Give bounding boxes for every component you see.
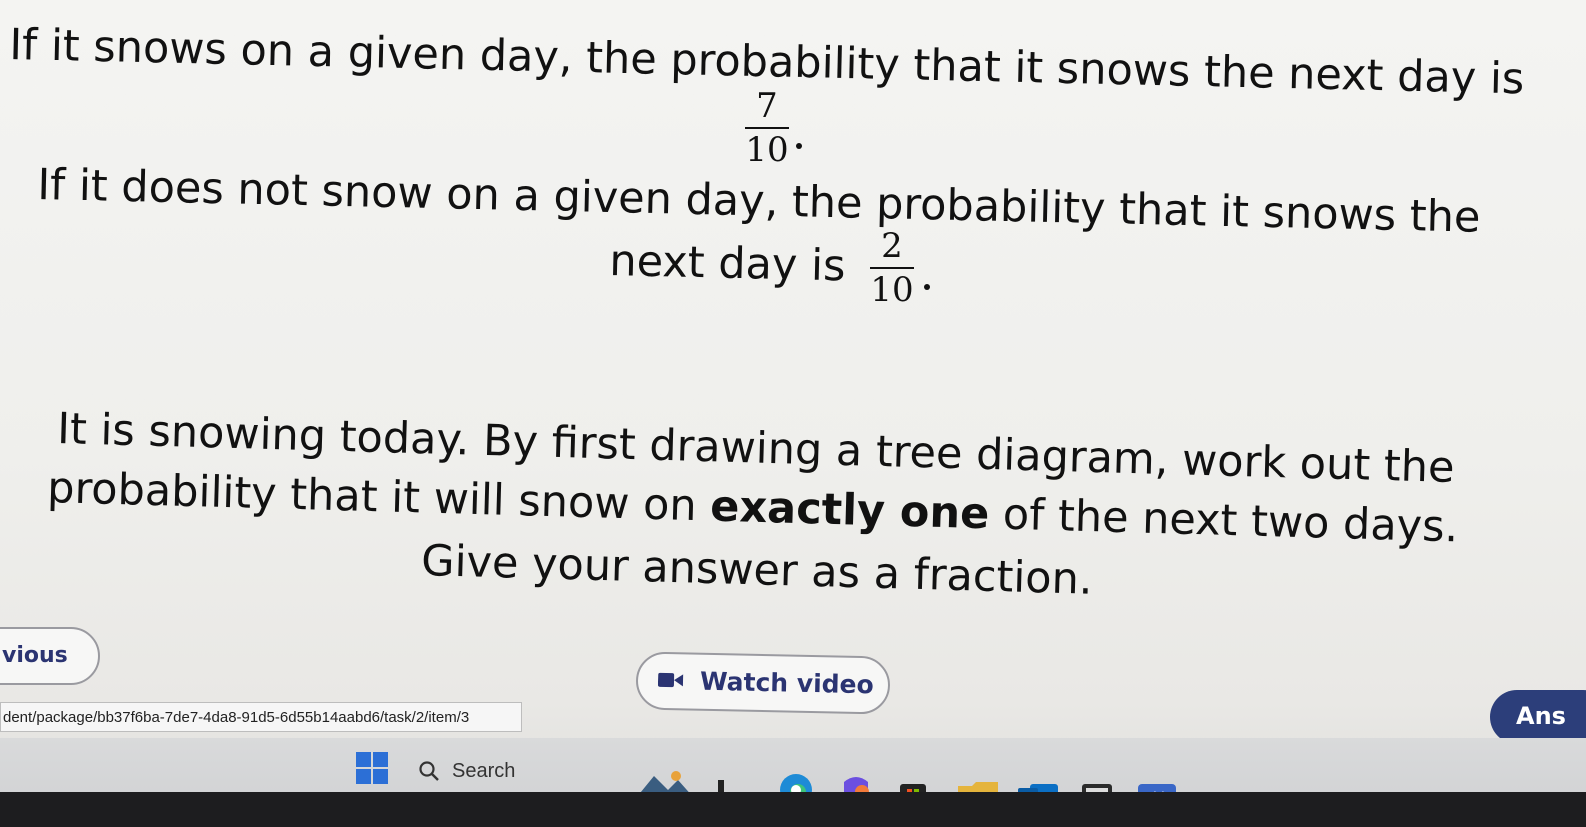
fraction-denominator: 10 <box>870 270 914 310</box>
question-line-3: next day is <box>608 236 846 292</box>
previous-button[interactable]: vious <box>0 627 100 685</box>
answer-button-label: Ans <box>1516 702 1566 730</box>
question-line-5-start: probability that it will snow on <box>46 463 712 532</box>
period <box>924 284 930 290</box>
screen-bezel <box>0 792 1586 827</box>
windows-start-icon[interactable] <box>356 752 388 788</box>
video-camera-icon <box>657 671 684 694</box>
fraction-numerator: 2 <box>881 226 903 266</box>
fraction-seven-tenths: 7 10 <box>745 88 789 168</box>
watch-video-label: Watch video <box>699 666 875 700</box>
answer-button[interactable]: Ans <box>1490 690 1586 744</box>
search-icon <box>418 760 440 786</box>
taskbar-search-placeholder: Search <box>452 760 516 782</box>
question-line-6: Give your answer as a fraction. <box>420 536 1094 605</box>
url-status-bar: dent/package/bb37f6ba-7de7-4da8-91d5-6d5… <box>0 702 522 732</box>
fraction-numerator: 7 <box>756 86 778 126</box>
previous-button-label: vious <box>2 643 68 668</box>
fraction-two-tenths: 2 10 <box>870 228 914 308</box>
fraction-denominator: 10 <box>745 130 789 170</box>
question-line-2: If it does not snow on a given day, the … <box>36 160 1481 243</box>
url-text: dent/package/bb37f6ba-7de7-4da8-91d5-6d5… <box>3 709 470 726</box>
watch-video-button[interactable]: Watch video <box>635 651 891 715</box>
taskbar-search-box[interactable]: Search <box>408 752 618 790</box>
emphasis-exactly-one: exactly one <box>709 481 990 540</box>
period <box>796 143 802 149</box>
question-line-5-end: of the next two days. <box>988 489 1459 553</box>
